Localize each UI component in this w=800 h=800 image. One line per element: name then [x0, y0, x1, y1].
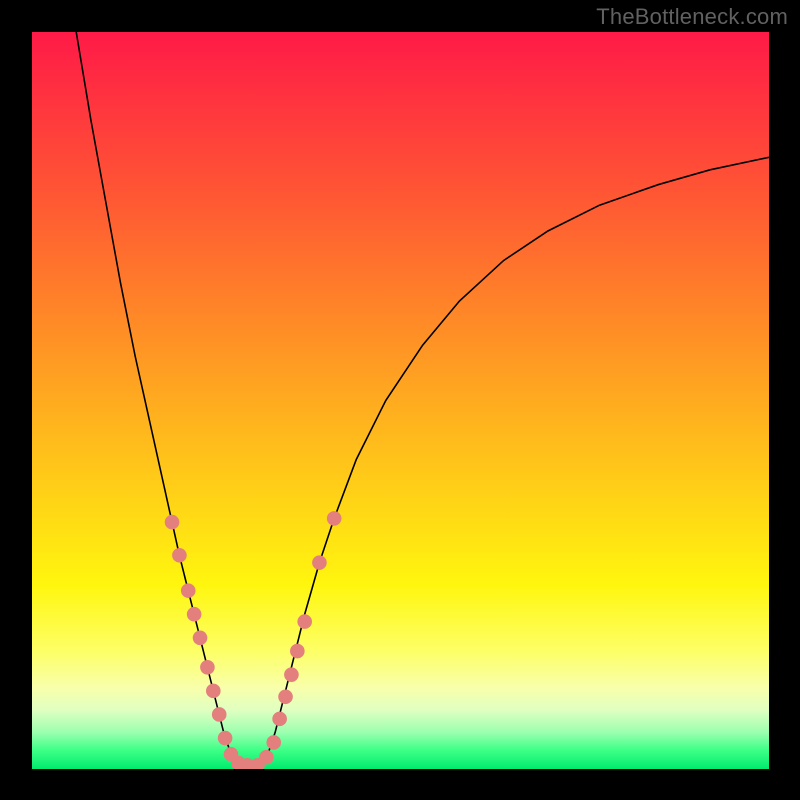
highlight-dot: [327, 511, 342, 526]
highlight-dot: [218, 731, 233, 746]
curve-layer: [32, 32, 769, 769]
highlight-dot: [181, 583, 196, 598]
highlight-dot: [272, 712, 287, 727]
highlight-dot: [212, 707, 227, 722]
plot-area: [32, 32, 769, 769]
highlight-dot: [278, 689, 293, 704]
highlight-dot: [312, 555, 327, 570]
bottleneck-curve: [76, 32, 769, 765]
watermark-text: TheBottleneck.com: [596, 4, 788, 30]
highlight-dot: [284, 667, 299, 682]
highlight-dot: [187, 607, 202, 622]
highlight-dot: [266, 735, 281, 750]
highlight-dot: [193, 631, 208, 646]
highlight-dot: [259, 750, 274, 765]
highlight-dot: [206, 684, 221, 699]
highlight-dot: [165, 515, 180, 530]
highlight-dot: [172, 548, 187, 563]
highlight-dot: [297, 614, 312, 629]
chart-container: TheBottleneck.com: [0, 0, 800, 800]
highlight-dots: [165, 511, 342, 769]
highlight-dot: [290, 644, 305, 659]
highlight-dot: [200, 660, 215, 675]
